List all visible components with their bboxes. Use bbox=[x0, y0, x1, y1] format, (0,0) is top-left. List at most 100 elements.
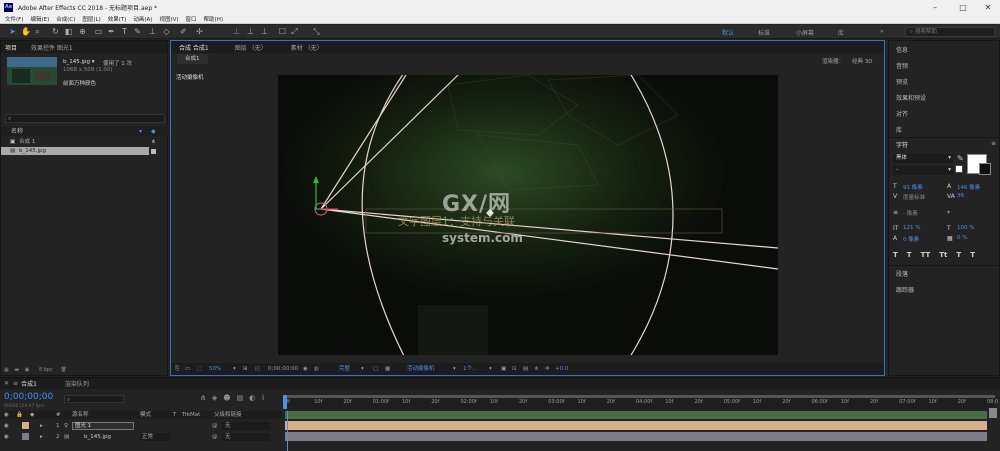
shape-tool-icon[interactable]: ▭ bbox=[94, 27, 103, 36]
font-family-select[interactable]: 黑体 ▾ bbox=[893, 154, 953, 163]
flowchart-icon[interactable]: ⋔ bbox=[534, 363, 539, 375]
layer-1-duration-bar[interactable] bbox=[285, 421, 987, 430]
label-swatch[interactable] bbox=[22, 433, 29, 440]
small-caps-button[interactable]: Tt bbox=[939, 251, 947, 259]
views-value[interactable]: 1个... bbox=[463, 363, 477, 375]
mask-icon[interactable]: ◰ bbox=[255, 363, 260, 375]
current-time[interactable]: 0;00;00;00 bbox=[268, 363, 298, 375]
set-white-swatch[interactable] bbox=[955, 165, 963, 173]
blend-mode-select[interactable]: 正常 bbox=[140, 433, 170, 441]
zoom-tool-icon[interactable]: ⌕ bbox=[33, 27, 42, 36]
roto-brush-tool-icon[interactable]: ✐ bbox=[179, 27, 188, 36]
type-tool-icon[interactable]: T bbox=[120, 27, 129, 36]
toggle-pixel-icon[interactable]: ▣ bbox=[501, 363, 506, 375]
motion-blur-icon[interactable]: ◐ bbox=[249, 394, 255, 402]
always-preview-icon[interactable]: ⎘ bbox=[175, 363, 179, 375]
workspace-library[interactable]: 库 bbox=[838, 28, 844, 37]
font-style-select[interactable]: - ▾ bbox=[893, 166, 953, 175]
baseline-shift-value[interactable]: 0 像素 bbox=[903, 235, 919, 243]
region-icon[interactable]: ▭ bbox=[185, 363, 190, 375]
tab-composition[interactable]: 合成 合成1 bbox=[179, 43, 209, 52]
eraser-tool-icon[interactable]: ◇ bbox=[162, 27, 171, 36]
puppet-tool-icon[interactable]: ✢ bbox=[195, 27, 204, 36]
project-column-header[interactable]: 名称 ▾ ◆ bbox=[1, 127, 169, 136]
stroke-width-value[interactable]: - 像素 bbox=[903, 209, 918, 217]
world-axis-icon[interactable]: ⊥ bbox=[246, 27, 255, 36]
layer-2-duration-bar[interactable] bbox=[285, 432, 987, 441]
kerning-value[interactable]: 度量标准 bbox=[903, 193, 925, 201]
transparency-grid-icon[interactable]: ▦ bbox=[385, 363, 390, 375]
resolution-dropdown-icon[interactable]: ▾ bbox=[361, 363, 364, 375]
menu-help[interactable]: 帮助(H) bbox=[204, 15, 223, 23]
panel-tracker[interactable]: 跟踪器 bbox=[896, 285, 914, 294]
comp-navigator-tab[interactable]: 合成1 bbox=[177, 54, 208, 64]
shy-icon[interactable]: ☻ bbox=[223, 394, 230, 402]
parent-select[interactable]: 无 bbox=[222, 422, 270, 430]
fit-icon[interactable]: ⬚ bbox=[197, 363, 202, 375]
color-channel-icon[interactable]: ◍ bbox=[314, 363, 319, 375]
current-time-indicator[interactable] bbox=[283, 395, 287, 409]
comp-flowchart-icon[interactable]: ⋔ bbox=[200, 394, 206, 402]
superscript-button[interactable]: T bbox=[956, 251, 961, 259]
search-help-input[interactable]: ⌕ 搜索帮助 bbox=[905, 27, 995, 37]
fast-previews-icon[interactable]: ⊡ bbox=[512, 363, 517, 375]
camera-view-value[interactable]: 活动摄像机 bbox=[407, 363, 435, 375]
pan-behind-tool-icon[interactable]: ⊕ bbox=[78, 27, 87, 36]
stroke-dropdown-icon[interactable]: ▾ bbox=[947, 209, 950, 216]
close-icon[interactable]: ✕ bbox=[975, 0, 1000, 14]
label-swatch[interactable] bbox=[22, 422, 29, 429]
work-area-end-icon[interactable] bbox=[989, 408, 997, 418]
tab-footage[interactable]: 素材 （无） bbox=[291, 43, 323, 52]
brush-tool-icon[interactable]: ✎ bbox=[133, 27, 142, 36]
leading-value[interactable]: 146 像素 bbox=[957, 183, 980, 191]
project-search-input[interactable]: ⌕ bbox=[5, 114, 165, 123]
zoom-value[interactable]: 50% bbox=[209, 363, 221, 375]
pickwhip-icon[interactable]: @ bbox=[212, 421, 218, 431]
menu-edit[interactable]: 编辑(E) bbox=[30, 15, 49, 23]
snap-icon[interactable]: ⤢ bbox=[290, 27, 299, 36]
menu-layer[interactable]: 图层(L) bbox=[82, 15, 100, 23]
renderer-value[interactable]: 经典 3D bbox=[852, 57, 872, 65]
expand-arrow-icon[interactable]: ▸ bbox=[40, 421, 43, 431]
menu-window[interactable]: 窗口 bbox=[186, 15, 197, 23]
reset-exposure-icon[interactable]: ✲ bbox=[545, 363, 550, 375]
menu-animation[interactable]: 动画(A) bbox=[133, 15, 152, 23]
font-size-value[interactable]: 91 像素 bbox=[903, 183, 923, 191]
workspace-standard[interactable]: 标准 bbox=[758, 28, 770, 37]
composition-viewer[interactable]: 文字图层1：支持与关联 bbox=[278, 75, 778, 355]
footage-name[interactable]: b_145.jpg ▾ bbox=[63, 59, 95, 65]
hand-tool-icon[interactable]: ✋ bbox=[21, 27, 31, 36]
rotate-tool-icon[interactable]: ↻ bbox=[51, 27, 60, 36]
layer-row[interactable]: ◉ ▸ 2 ▤ b_145.jpg 正常 @ 无 bbox=[0, 432, 282, 442]
work-area-bar[interactable] bbox=[283, 395, 995, 398]
menu-composition[interactable]: 合成(C) bbox=[56, 15, 75, 23]
menu-effect[interactable]: 效果(T) bbox=[108, 15, 127, 23]
views-dropdown-icon[interactable]: ▾ bbox=[489, 363, 492, 375]
timeline-search-input[interactable]: ⌕ bbox=[64, 395, 124, 403]
panel-align[interactable]: 对齐 bbox=[896, 109, 908, 118]
menu-file[interactable]: 文件(F) bbox=[5, 15, 23, 23]
graph-editor-icon[interactable]: ⌇ bbox=[261, 394, 264, 402]
project-item-comp[interactable]: ▣ 合成 1 ⋔ bbox=[1, 138, 169, 146]
sort-icon[interactable]: ▾ bbox=[139, 127, 142, 136]
label-swatch[interactable] bbox=[151, 149, 156, 154]
visibility-icon[interactable]: ◉ bbox=[4, 421, 9, 431]
stroke-color-swatch[interactable] bbox=[979, 163, 991, 175]
subscript-button[interactable]: T bbox=[970, 251, 975, 259]
minimize-icon[interactable]: – bbox=[922, 0, 948, 14]
vertical-scale-value[interactable]: 121 % bbox=[903, 225, 920, 231]
tab-layer[interactable]: 图层 （无） bbox=[235, 43, 267, 52]
camera-tool-icon[interactable]: ◧ bbox=[64, 27, 73, 36]
pickwhip-icon[interactable]: @ bbox=[212, 432, 218, 442]
visibility-icon[interactable]: ◉ bbox=[4, 432, 9, 442]
snap-options-icon[interactable]: ⤡ bbox=[312, 27, 321, 36]
panel-info[interactable]: 信息 bbox=[896, 45, 908, 54]
bpc-label[interactable]: 8 bpc bbox=[39, 367, 53, 373]
menu-view[interactable]: 视图(V) bbox=[159, 15, 178, 23]
snap-checkbox-icon[interactable]: ☐ bbox=[278, 27, 287, 36]
menu-icon[interactable]: ≡ bbox=[13, 380, 18, 387]
region-of-interest-icon[interactable]: ▢ bbox=[373, 363, 378, 375]
new-folder-icon[interactable]: ▬ bbox=[14, 367, 19, 373]
exposure-value[interactable]: +0.0 bbox=[555, 363, 568, 375]
project-item-footage[interactable]: ▤ b_145.jpg bbox=[1, 147, 149, 155]
